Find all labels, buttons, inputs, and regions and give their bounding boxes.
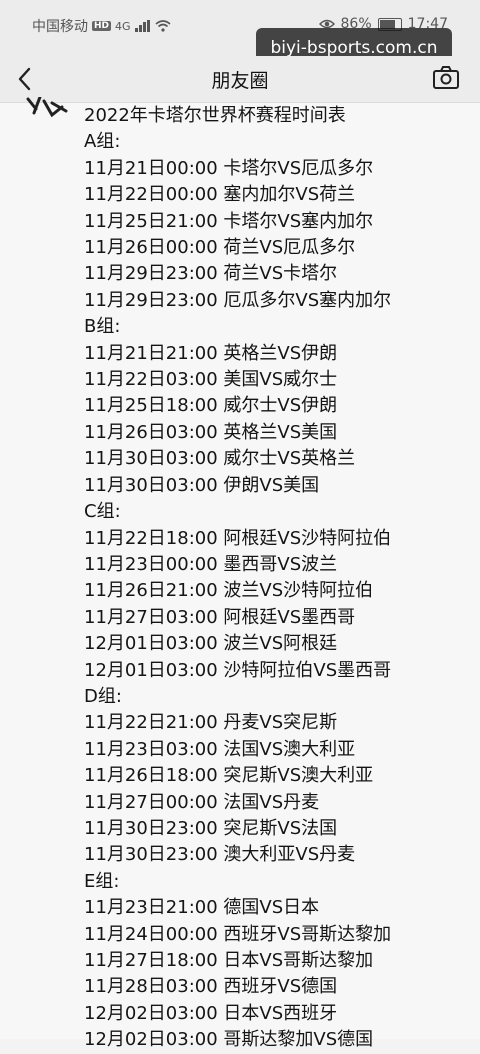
group-heading: E组: [84,870,120,892]
match-line: 11月27日00:00 法国VS丹麦 [84,791,320,813]
group-heading: D组: [84,685,122,707]
hd-badge: HD [92,21,112,31]
signal-bars-icon [134,20,150,32]
signal-label: 4G [115,19,131,33]
match-line: 12月01日03:00 沙特阿拉伯VS墨西哥 [84,659,392,681]
match-line: 11月30日03:00 伊朗VS美国 [84,474,320,496]
status-left: 中国移动 HD 4G [32,16,171,36]
match-line: 11月25日21:00 卡塔尔VS塞内加尔 [84,210,374,232]
carrier-label: 中国移动 [32,19,88,35]
match-line: 11月30日23:00 澳大利亚VS丹麦 [84,844,356,866]
match-line: 12月01日03:00 波兰VS阿根廷 [84,633,338,655]
match-line: 11月27日18:00 日本VS哥斯达黎加 [84,950,374,971]
match-line: 11月21日21:00 英格兰VS伊朗 [84,342,338,364]
match-line: 11月23日21:00 德国VS日本 [84,897,320,919]
match-line: 12月02日03:00 哥斯达黎加VS德国 [84,1029,374,1051]
match-line: 11月22日21:00 丹麦VS突尼斯 [84,712,338,734]
post-text: 2022年卡塔尔世界杯赛程时间表 A组: 11月21日00:00 卡塔尔VS厄瓜多尔… [84,103,391,1054]
post-title: 2022年卡塔尔世界杯赛程时间表 [84,105,346,126]
match-line: 11月22日00:00 塞内加尔VS荷兰 [84,184,356,206]
match-line: 11月29日23:00 厄瓜多尔VS塞内加尔 [84,289,392,311]
nav-bar: 朋友圈 [0,56,480,103]
match-line: 11月24日00:00 西班牙VS哥斯达黎加 [84,923,392,945]
match-line: 11月30日03:00 威尔士VS英格兰 [84,448,356,470]
group-heading: C组: [84,501,121,523]
match-line: 11月26日18:00 突尼斯VS澳大利亚 [84,765,374,787]
match-line: 11月29日23:00 荷兰VS卡塔尔 [84,263,338,285]
match-line: 11月30日23:00 突尼斯VS法国 [84,817,338,839]
match-line: 11月22日03:00 美国VS威尔士 [84,369,338,391]
match-line: 12月02日03:00 日本VS西班牙 [84,1002,338,1024]
match-line: 11月26日21:00 波兰VS沙特阿拉伯 [84,580,374,602]
match-line: 11月26日03:00 英格兰VS美国 [84,421,338,443]
match-line: 11月25日18:00 威尔士VS伊朗 [84,395,338,417]
group-heading: A组: [84,131,121,153]
avatar[interactable] [22,97,72,121]
match-line: 11月22日18:00 阿根廷VS沙特阿拉伯 [84,527,392,549]
wifi-icon [155,20,171,32]
match-line: 11月23日03:00 法国VS澳大利亚 [84,738,356,760]
match-line: 11月21日00:00 卡塔尔VS厄瓜多尔 [84,157,374,179]
match-line: 11月28日03:00 西班牙VS德国 [84,976,338,998]
match-line: 11月23日00:00 墨西哥VS波兰 [84,553,338,575]
page-title: 朋友圈 [211,70,269,92]
match-line: 11月26日00:00 荷兰VS厄瓜多尔 [84,237,356,259]
moments-content: 2022年卡塔尔世界杯赛程时间表 A组: 11月21日00:00 卡塔尔VS厄瓜多尔… [0,97,480,1050]
match-line: 11月27日03:00 阿根廷VS墨西哥 [84,606,356,628]
group-heading: B组: [84,316,121,338]
camera-icon[interactable] [432,64,460,90]
